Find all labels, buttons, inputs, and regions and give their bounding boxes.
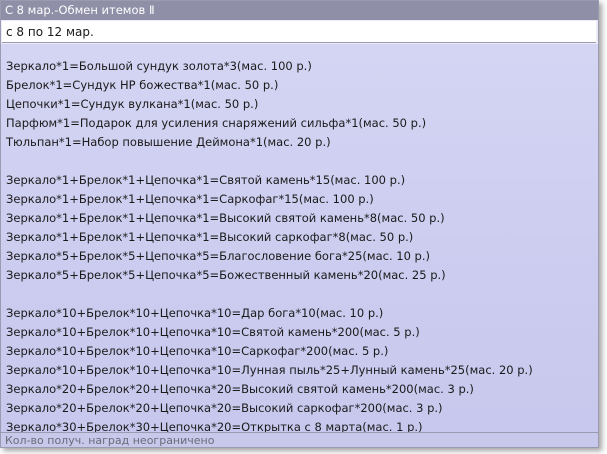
rewards-limit-note: Кол-во получ. наград неограничено <box>1 432 598 447</box>
exchange-line: Зеркало*10+Брелок*10+Цепочка*10=Лунная п… <box>6 363 533 377</box>
exchange-line: Зеркало*10+Брелок*10+Цепочка*10=Дар бога… <box>6 306 384 320</box>
exchange-line: Зеркало*1+Брелок*1+Цепочка*1=Высокий свя… <box>6 211 445 225</box>
exchange-window: С 8 мар.-Обмен итемов Ⅱ с 8 по 12 мар. З… <box>0 0 599 448</box>
exchange-line: Зеркало*1+Брелок*1+Цепочка*1=Святой каме… <box>6 173 406 187</box>
exchange-line: Тюльпан*1=Набор повышение Деймона*1(мас.… <box>6 135 331 149</box>
exchange-list: Зеркало*1=Большой сундук золота*3(мас. 1… <box>6 57 533 432</box>
exchange-line: Брелок*1=Сундук HP божества*1(мас. 50 р.… <box>6 78 279 92</box>
exchange-line: Цепочки*1=Сундук вулкана*1(мас. 50 р.) <box>6 97 259 111</box>
exchange-line: Зеркало*1+Брелок*1+Цепочка*1=Саркофаг*15… <box>6 192 374 206</box>
exchange-line: Зеркало*20+Брелок*20+Цепочка*20=Высокий … <box>6 382 474 396</box>
exchange-line: Зеркало*30+Брелок*30+Цепочка*20=Открытка… <box>6 420 423 432</box>
exchange-line: Зеркало*5+Брелок*5+Цепочка*5=Благословен… <box>6 249 431 263</box>
window-title: С 8 мар.-Обмен итемов Ⅱ <box>1 1 598 20</box>
exchange-line: Зеркало*10+Брелок*10+Цепочка*10=Саркофаг… <box>6 344 389 358</box>
exchange-line: Зеркало*1=Большой сундук золота*3(мас. 1… <box>6 59 312 73</box>
exchange-line: Зеркало*20+Брелок*20+Цепочка*20=Высокий … <box>6 401 443 415</box>
exchange-line: Зеркало*5+Брелок*5+Цепочка*5=Божественны… <box>6 268 446 282</box>
date-range-field: с 8 по 12 мар. <box>2 21 596 43</box>
exchange-line: Зеркало*1+Брелок*1+Цепочка*1=Высокий сар… <box>6 230 414 244</box>
exchange-line: Зеркало*10+Брелок*10+Цепочка*10=Святой к… <box>6 325 420 339</box>
exchange-line: Парфюм*1=Подарок для усиления снаряжений… <box>6 116 427 130</box>
exchange-list-panel: Зеркало*1=Большой сундук золота*3(мас. 1… <box>1 44 598 432</box>
